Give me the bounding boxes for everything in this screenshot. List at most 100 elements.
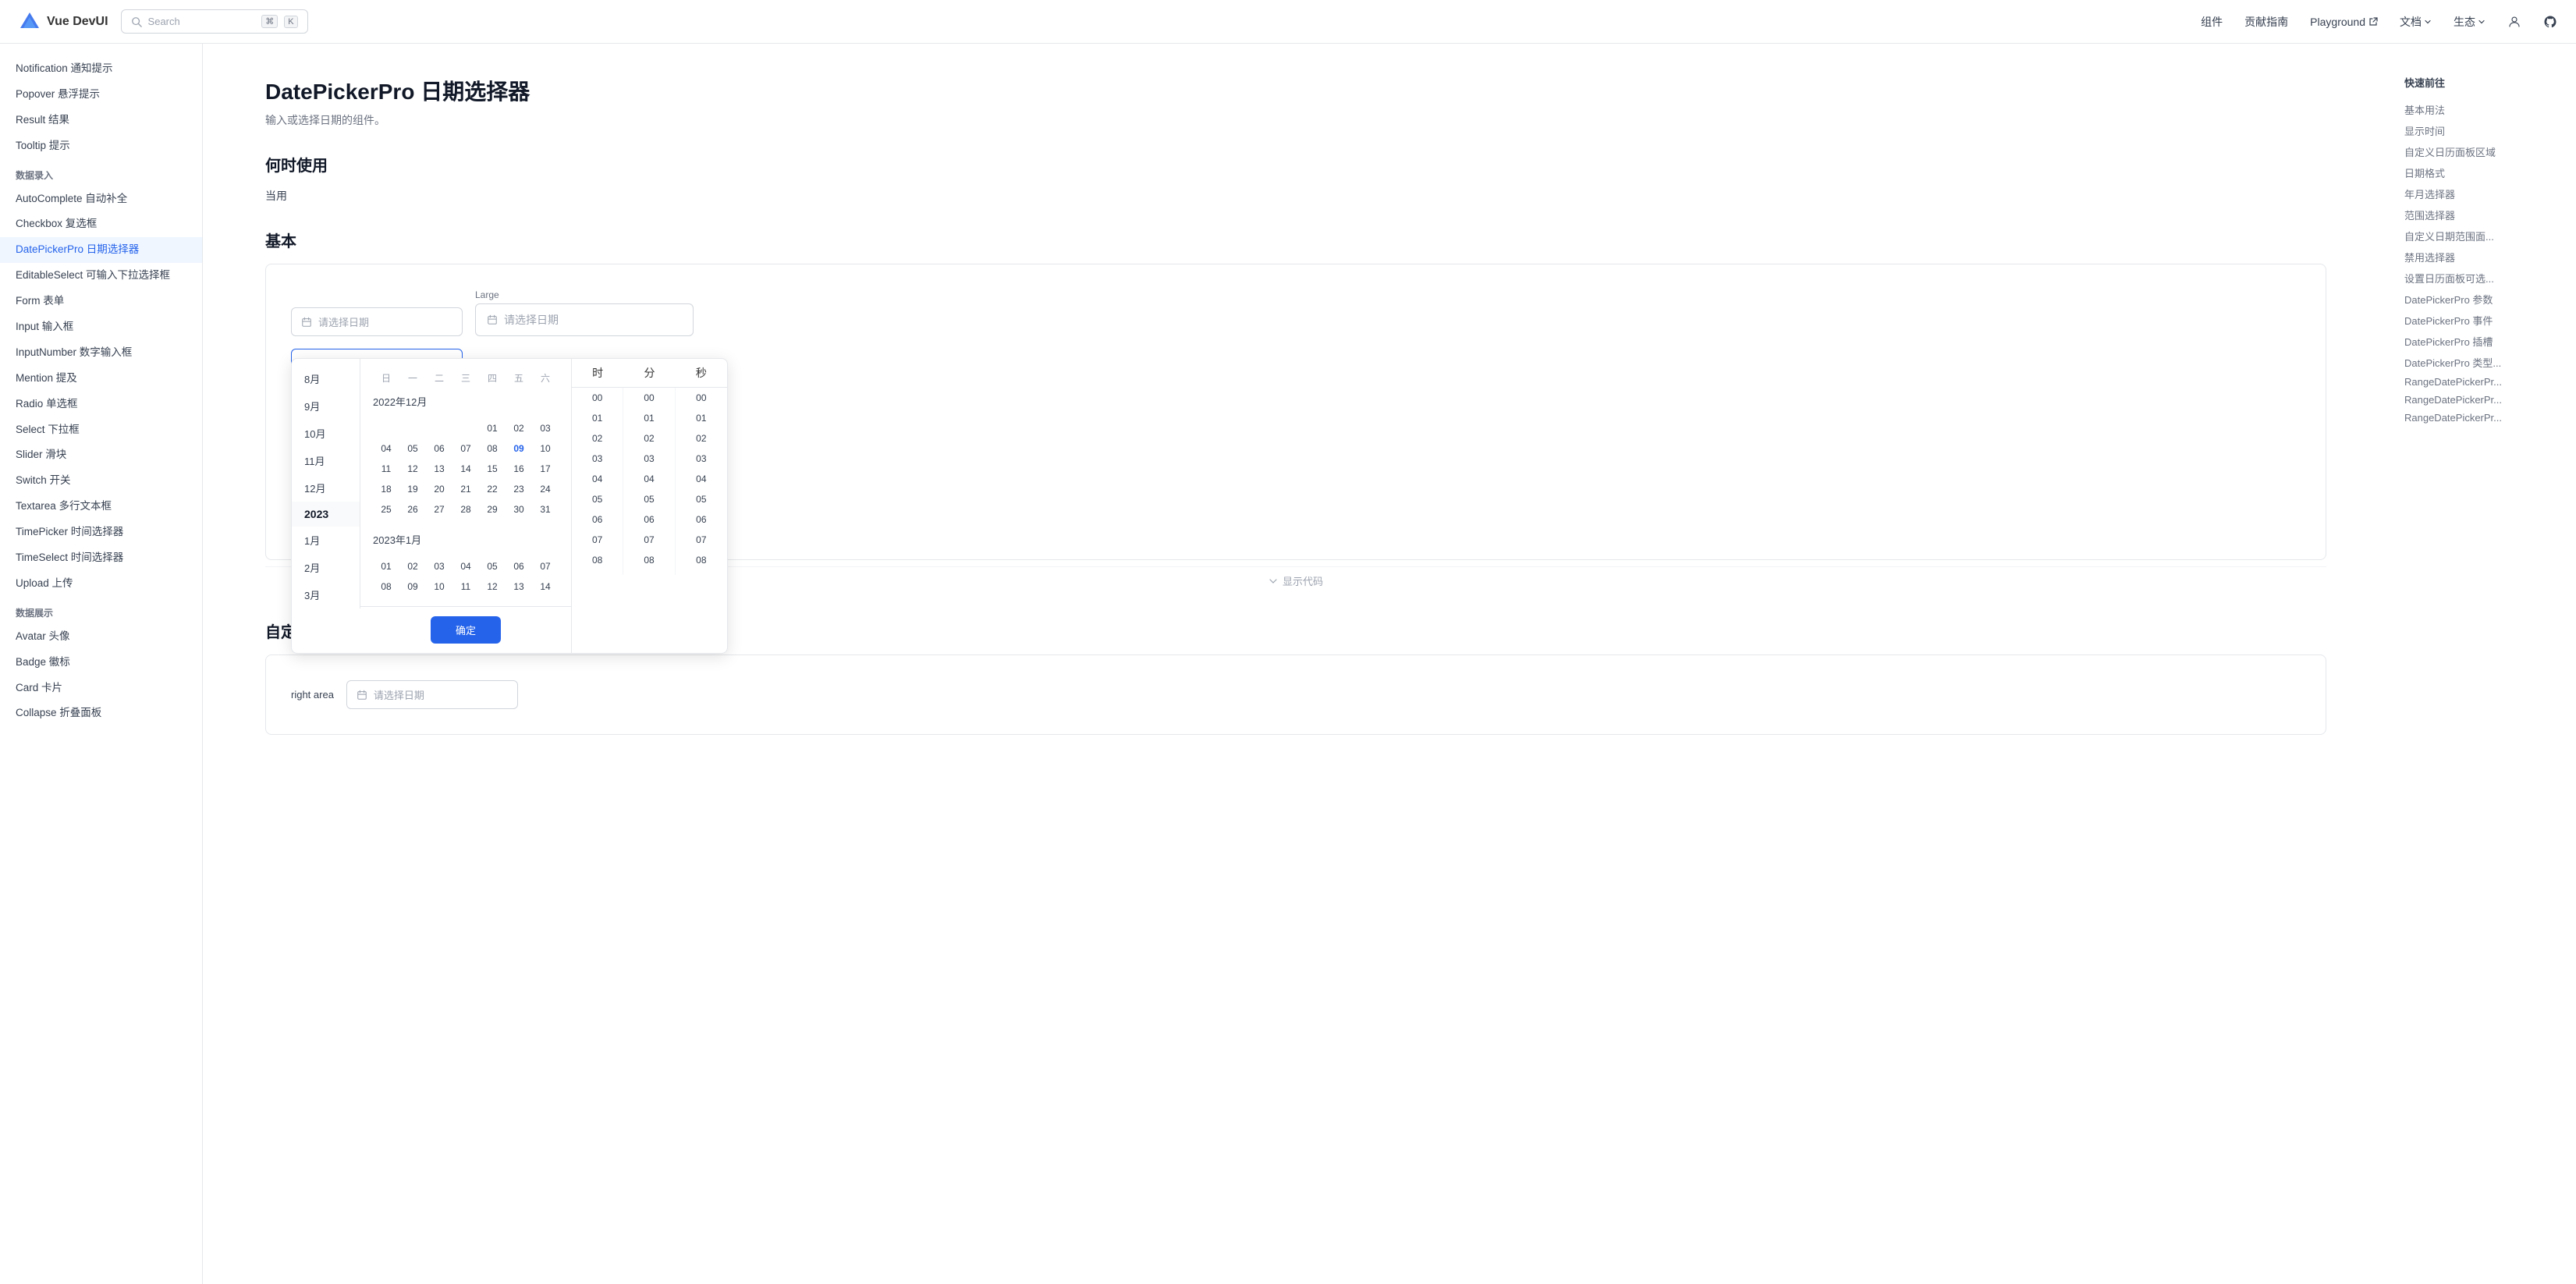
month-item-2[interactable]: 2月 <box>292 554 360 581</box>
time-col-minutes[interactable]: 00 01 02 03 04 05 06 07 08 <box>623 388 675 575</box>
sidebar-item-select[interactable]: Select 下拉框 <box>0 417 202 443</box>
cal-day-06[interactable]: 06 <box>426 438 452 459</box>
cal-day-04[interactable]: 04 <box>373 438 399 459</box>
cal-day2-01[interactable]: 01 <box>373 556 399 576</box>
hour-01[interactable]: 01 <box>572 408 623 428</box>
min-00[interactable]: 00 <box>623 388 674 408</box>
cal-day2-04[interactable]: 04 <box>452 556 479 576</box>
hour-05[interactable]: 05 <box>572 489 623 509</box>
hour-07[interactable]: 07 <box>572 530 623 550</box>
month-item-year-2023[interactable]: 2023 <box>292 502 360 527</box>
cal-day-18[interactable]: 18 <box>373 479 399 499</box>
sidebar-item-autocomplete[interactable]: AutoComplete 自动补全 <box>0 186 202 212</box>
right-nav-item-params[interactable]: DatePickerPro 参数 <box>2404 289 2560 310</box>
month-item-8[interactable]: 8月 <box>292 365 360 392</box>
hour-08[interactable]: 08 <box>572 550 623 570</box>
right-nav-item-time[interactable]: 显示时间 <box>2404 120 2560 141</box>
hour-06[interactable]: 06 <box>572 509 623 530</box>
cal-day2-08[interactable]: 08 <box>373 576 399 597</box>
cal-day2-13[interactable]: 13 <box>506 576 532 597</box>
cal-day2-07[interactable]: 07 <box>532 556 559 576</box>
sidebar-item-badge[interactable]: Badge 徽标 <box>0 650 202 676</box>
sec-06[interactable]: 06 <box>676 509 727 530</box>
cal-day2-12[interactable]: 12 <box>479 576 506 597</box>
cal-day-01[interactable]: 01 <box>479 418 506 438</box>
sidebar-item-slider[interactable]: Slider 滑块 <box>0 442 202 468</box>
min-02[interactable]: 02 <box>623 428 674 449</box>
right-nav-item-year-month[interactable]: 年月选择器 <box>2404 183 2560 204</box>
cal-day-31[interactable]: 31 <box>532 499 559 520</box>
sec-00[interactable]: 00 <box>676 388 727 408</box>
cal-day-16[interactable]: 16 <box>506 459 532 479</box>
sec-03[interactable]: 03 <box>676 449 727 469</box>
cal-day2-14[interactable]: 14 <box>532 576 559 597</box>
nav-components[interactable]: 组件 <box>2201 14 2223 30</box>
sidebar-item-tooltip[interactable]: Tooltip 提示 <box>0 133 202 159</box>
right-nav-item-slots[interactable]: DatePickerPro 插槽 <box>2404 331 2560 352</box>
cal-day2-05[interactable]: 05 <box>479 556 506 576</box>
sidebar-item-collapse[interactable]: Collapse 折叠面板 <box>0 701 202 726</box>
cal-day-22[interactable]: 22 <box>479 479 506 499</box>
cal-day-12[interactable]: 12 <box>399 459 426 479</box>
right-nav-item-disabled[interactable]: 禁用选择器 <box>2404 247 2560 268</box>
cal-day-28[interactable]: 28 <box>452 499 479 520</box>
sec-02[interactable]: 02 <box>676 428 727 449</box>
hour-02[interactable]: 02 <box>572 428 623 449</box>
user-icon[interactable] <box>2507 15 2521 29</box>
cal-day-15[interactable]: 15 <box>479 459 506 479</box>
sidebar-item-form[interactable]: Form 表单 <box>0 289 202 314</box>
nav-docs[interactable]: 文档 <box>2400 14 2432 30</box>
cal-day-10[interactable]: 10 <box>532 438 559 459</box>
cal-day-26[interactable]: 26 <box>399 499 426 520</box>
cal-day-09[interactable]: 09 <box>506 438 532 459</box>
sidebar-item-timeselect[interactable]: TimeSelect 时间选择器 <box>0 545 202 571</box>
logo[interactable]: Vue DevUI <box>19 11 108 33</box>
sec-07[interactable]: 07 <box>676 530 727 550</box>
sidebar-item-textarea[interactable]: Textarea 多行文本框 <box>0 494 202 520</box>
sidebar-item-timepicker[interactable]: TimePicker 时间选择器 <box>0 520 202 545</box>
month-item-12[interactable]: 12月 <box>292 474 360 502</box>
min-06[interactable]: 06 <box>623 509 674 530</box>
right-nav-item-custom-range[interactable]: 自定义日期范围面... <box>2404 225 2560 247</box>
cal-day-11[interactable]: 11 <box>373 459 399 479</box>
confirm-button[interactable]: 确定 <box>431 616 501 644</box>
cal-day-20[interactable]: 20 <box>426 479 452 499</box>
cal-day-13[interactable]: 13 <box>426 459 452 479</box>
cal-day-05[interactable]: 05 <box>399 438 426 459</box>
min-08[interactable]: 08 <box>623 550 674 570</box>
sidebar-item-card[interactable]: Card 卡片 <box>0 676 202 701</box>
sidebar-item-notification[interactable]: Notification 通知提示 <box>0 56 202 82</box>
month-item-1[interactable]: 1月 <box>292 527 360 554</box>
right-nav-item-selectable[interactable]: 设置日历面板可选... <box>2404 268 2560 289</box>
sidebar-item-popover[interactable]: Popover 悬浮提示 <box>0 82 202 108</box>
cal-day-17[interactable]: 17 <box>532 459 559 479</box>
sec-05[interactable]: 05 <box>676 489 727 509</box>
cal-day-03[interactable]: 03 <box>532 418 559 438</box>
sidebar-item-inputnumber[interactable]: InputNumber 数字输入框 <box>0 340 202 366</box>
right-nav-item-range1[interactable]: RangeDatePickerPr... <box>2404 373 2560 391</box>
hour-03[interactable]: 03 <box>572 449 623 469</box>
right-nav-item-types[interactable]: DatePickerPro 类型... <box>2404 352 2560 373</box>
github-icon[interactable] <box>2543 15 2557 29</box>
cal-day2-10[interactable]: 10 <box>426 576 452 597</box>
min-03[interactable]: 03 <box>623 449 674 469</box>
right-nav-item-range2[interactable]: RangeDatePickerPr... <box>2404 391 2560 409</box>
sidebar-item-avatar[interactable]: Avatar 头像 <box>0 624 202 650</box>
right-nav-item-events[interactable]: DatePickerPro 事件 <box>2404 310 2560 331</box>
nav-contributing[interactable]: 贡献指南 <box>2244 14 2288 30</box>
cal-day2-03[interactable]: 03 <box>426 556 452 576</box>
cal-day2-11[interactable]: 11 <box>452 576 479 597</box>
date-input-default[interactable]: 请选择日期 <box>291 307 463 336</box>
sidebar-item-datepickerpro[interactable]: DatePickerPro 日期选择器 <box>0 237 202 263</box>
right-nav-item-basic[interactable]: 基本用法 <box>2404 99 2560 120</box>
sidebar-item-upload[interactable]: Upload 上传 <box>0 571 202 597</box>
sidebar-item-radio[interactable]: Radio 单选框 <box>0 392 202 417</box>
cal-day-30[interactable]: 30 <box>506 499 532 520</box>
time-col-hours[interactable]: 00 01 02 03 04 05 06 07 08 <box>572 388 623 575</box>
min-05[interactable]: 05 <box>623 489 674 509</box>
sidebar-item-switch[interactable]: Switch 开关 <box>0 468 202 494</box>
nav-playground[interactable]: Playground <box>2310 16 2378 28</box>
sidebar-item-result[interactable]: Result 结果 <box>0 108 202 133</box>
right-nav-item-range3[interactable]: RangeDatePickerPr... <box>2404 409 2560 427</box>
date-input-custom[interactable]: 请选择日期 <box>346 680 518 709</box>
